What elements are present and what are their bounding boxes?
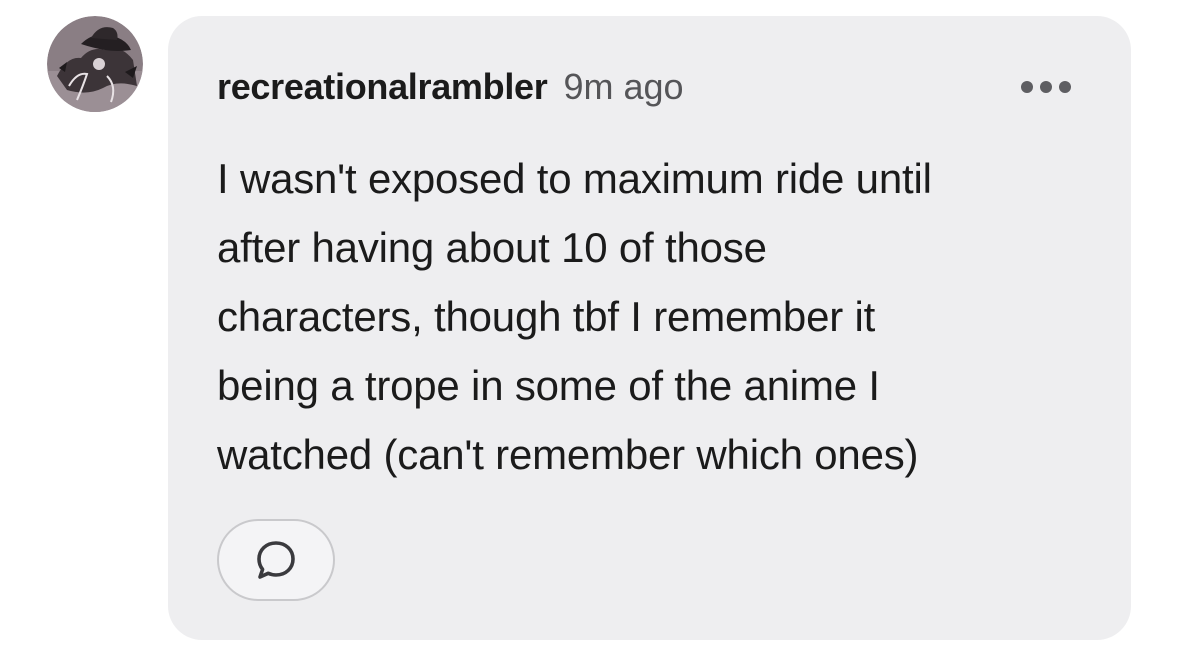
ellipsis-icon-dot bbox=[1059, 81, 1071, 93]
comment-card: recreationalrambler 9m ago I wasn't expo… bbox=[168, 16, 1131, 640]
comment-line: after having about 10 of those bbox=[217, 224, 767, 271]
avatar[interactable] bbox=[47, 16, 143, 112]
speech-bubble-icon bbox=[257, 541, 295, 579]
ellipsis-icon-dot bbox=[1021, 81, 1033, 93]
timestamp: 9m ago bbox=[563, 66, 684, 107]
comment-line: watched (can't remember which ones) bbox=[217, 431, 919, 478]
username-link[interactable]: recreationalrambler bbox=[217, 66, 548, 108]
comment-line: characters, though tbf I remember it bbox=[217, 293, 876, 340]
more-options-button[interactable] bbox=[1014, 72, 1078, 102]
comment-line: being a trope in some of the anime I bbox=[217, 362, 880, 409]
avatar-image bbox=[47, 16, 143, 112]
ellipsis-icon-dot bbox=[1040, 81, 1052, 93]
comment-line: I wasn't exposed to maximum ride until bbox=[217, 155, 932, 202]
comment-header: recreationalrambler 9m ago bbox=[217, 66, 684, 110]
reply-button[interactable] bbox=[217, 519, 335, 601]
comment-body: I wasn't exposed to maximum ride until a… bbox=[217, 144, 1077, 489]
